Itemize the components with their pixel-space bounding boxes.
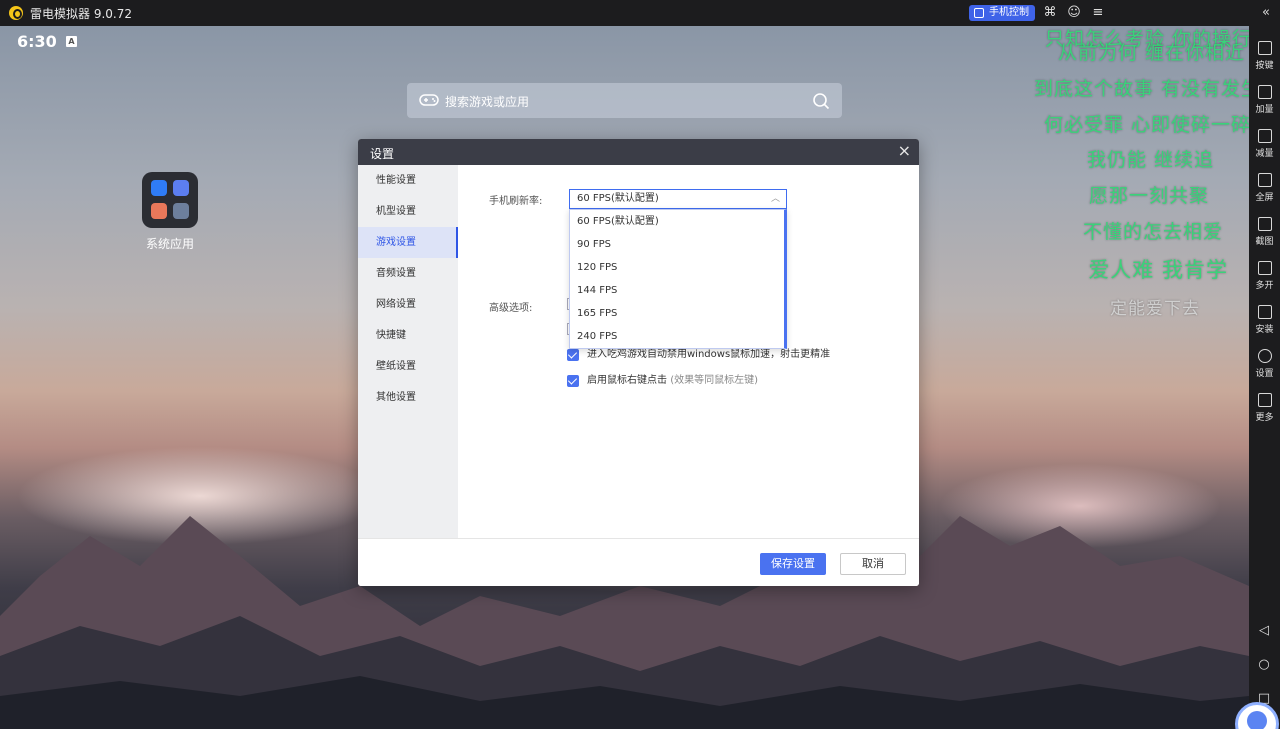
checkbox-checked[interactable] <box>567 375 579 387</box>
gear-icon <box>1257 349 1272 363</box>
menu-icon[interactable]: ≡ <box>1090 5 1106 21</box>
lyric-line: 爱人难 我肯学 <box>1088 258 1228 282</box>
toolbar-label: 多开 <box>1255 281 1274 291</box>
nav-game[interactable]: 游戏设置 <box>358 227 458 258</box>
nav-other[interactable]: 其他设置 <box>358 382 458 413</box>
fullscreen-button[interactable]: 全屏 <box>1249 168 1280 208</box>
checkbox-checked[interactable] <box>567 349 579 361</box>
multi-instance-icon <box>1257 261 1272 275</box>
lyric-line: 定能爱下去 <box>1110 299 1200 319</box>
lyric-line: 愿那一刻共聚 <box>1088 185 1209 207</box>
emulator-titlebar: 雷电模拟器 9.0.72 手机控制 ⌘ ☺ ≡ « <box>0 0 1280 26</box>
lyric-line: 我仍能 继续追 <box>1086 149 1214 171</box>
toolbar-label: 减量 <box>1255 149 1274 159</box>
status-time: 6:30 <box>17 32 57 51</box>
search-icon[interactable] <box>812 92 830 110</box>
search-placeholder: 搜索游戏或应用 <box>445 95 530 109</box>
nav-device-model[interactable]: 机型设置 <box>358 196 458 227</box>
option-120fps[interactable]: 120 FPS <box>570 256 784 279</box>
phone-icon <box>974 8 984 18</box>
collapse-sidebar-icon[interactable]: « <box>1258 5 1274 21</box>
toolbar-label: 加量 <box>1255 105 1274 115</box>
volume-up-button[interactable]: 加量 <box>1249 80 1280 120</box>
browser-app-icon <box>173 180 189 196</box>
more-icon <box>1257 393 1272 407</box>
lyric-line: 到底这个故事 有没有发生 <box>1033 78 1249 100</box>
option-60fps[interactable]: 60 FPS(默认配置) <box>570 210 784 233</box>
right-click-hint: (效果等同鼠标左键) <box>670 375 758 386</box>
advanced-options-label: 高级选项: <box>489 303 533 314</box>
gamepad-icon[interactable]: ⌘ <box>1042 5 1058 21</box>
system-apps-folder[interactable] <box>142 172 198 228</box>
save-settings-button[interactable]: 保存设置 <box>760 553 826 575</box>
toolbar-label: 安装 <box>1255 325 1274 335</box>
files-app-icon <box>151 203 167 219</box>
phone-control-label: 手机控制 <box>989 7 1029 18</box>
option-165fps[interactable]: 165 FPS <box>570 302 784 325</box>
lyric-line: 从前为何 缠在你相近 <box>1057 42 1245 64</box>
volume-up-icon <box>1257 85 1272 99</box>
lyric-line: 何必受罪 心即使碎一碎 <box>1043 114 1249 136</box>
back-nav-icon[interactable]: ◁ <box>1257 624 1271 638</box>
lyric-line: 不懂的怎去相爱 <box>1082 221 1223 243</box>
refresh-rate-label: 手机刷新率: <box>489 196 543 207</box>
option-240fps[interactable]: 240 FPS <box>570 325 784 348</box>
volume-down-button[interactable]: 减量 <box>1249 124 1280 164</box>
ldplayer-logo-icon <box>9 6 23 20</box>
keymap-button[interactable]: 按键 <box>1249 36 1280 76</box>
toolbar-label: 更多 <box>1255 413 1274 423</box>
multi-instance-button[interactable]: 多开 <box>1249 256 1280 296</box>
home-nav-icon[interactable]: ○ <box>1257 658 1271 672</box>
more-button[interactable]: 更多 <box>1249 388 1280 428</box>
folder-label: 系统应用 <box>145 237 194 251</box>
app-search-bar[interactable]: 搜索游戏或应用 <box>407 83 842 118</box>
fullscreen-icon <box>1257 173 1272 187</box>
user-icon[interactable]: ☺ <box>1066 5 1082 21</box>
nav-performance[interactable]: 性能设置 <box>358 165 458 196</box>
notification-icon: A <box>66 36 77 47</box>
option-144fps[interactable]: 144 FPS <box>570 279 784 302</box>
phone-control-button[interactable]: 手机控制 <box>969 5 1035 21</box>
scissors-icon <box>1257 217 1272 231</box>
keyboard-icon <box>1257 41 1272 55</box>
settings-dialog: 设置 × 性能设置 机型设置 游戏设置 音频设置 网络设置 快捷键 壁纸设置 其… <box>358 139 919 586</box>
apk-install-icon <box>1257 305 1272 319</box>
settings-nav: 性能设置 机型设置 游戏设置 音频设置 网络设置 快捷键 壁纸设置 其他设置 <box>358 165 458 538</box>
right-click-label: 启用鼠标右键点击 <box>587 375 667 386</box>
toolbar-label: 设置 <box>1255 369 1274 379</box>
refresh-rate-select[interactable]: 60 FPS(默认配置) ︿ <box>569 189 787 209</box>
emulator-toolbar: 按键 加量 减量 全屏 截图 多开 安装 设置 更多 ◁ ○ □ <box>1249 26 1280 729</box>
toolbar-label: 按键 <box>1255 61 1274 71</box>
volume-down-icon <box>1257 129 1272 143</box>
screenshot-button[interactable]: 截图 <box>1249 212 1280 252</box>
nav-wallpaper[interactable]: 壁纸设置 <box>358 351 458 382</box>
contacts-app-icon <box>173 203 189 219</box>
cancel-button[interactable]: 取消 <box>840 553 906 575</box>
dialog-header: 设置 × <box>358 139 919 165</box>
gamepad-icon <box>419 94 439 106</box>
option-90fps[interactable]: 90 FPS <box>570 233 784 256</box>
refresh-rate-value: 60 FPS(默认配置) <box>577 193 659 204</box>
dialog-footer: 保存设置 取消 <box>358 538 919 586</box>
toolbar-label: 全屏 <box>1255 193 1274 203</box>
app-title: 雷电模拟器 9.0.72 <box>30 7 132 21</box>
nav-network[interactable]: 网络设置 <box>358 289 458 320</box>
install-apk-button[interactable]: 安装 <box>1249 300 1280 340</box>
refresh-rate-options: 60 FPS(默认配置) 90 FPS 120 FPS 144 FPS 165 … <box>569 209 787 349</box>
dialog-title: 设置 <box>370 147 395 161</box>
nav-shortcuts[interactable]: 快捷键 <box>358 320 458 351</box>
chevron-up-icon: ︿ <box>770 194 780 204</box>
mouse-accel-label: 进入吃鸡游戏自动禁用windows鼠标加速，射击更精准 <box>587 349 831 360</box>
toolbar-label: 截图 <box>1255 237 1274 247</box>
settings-app-icon <box>151 180 167 196</box>
settings-button[interactable]: 设置 <box>1249 344 1280 384</box>
nav-audio[interactable]: 音频设置 <box>358 258 458 289</box>
close-icon[interactable]: × <box>898 142 911 160</box>
